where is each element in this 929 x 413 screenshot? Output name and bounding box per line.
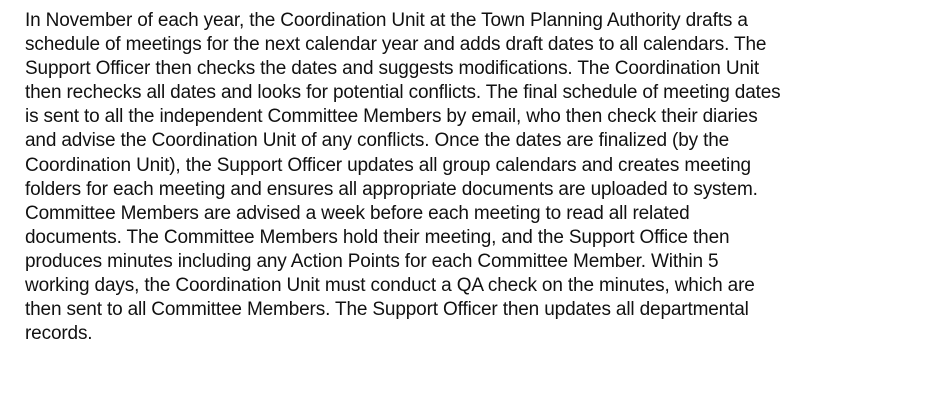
- paragraph-line: records.: [25, 323, 93, 345]
- paragraph-line: Committee Members are advised a week bef…: [25, 202, 690, 224]
- paragraph-line: Support Officer then checks the dates an…: [25, 58, 760, 80]
- paragraph-line: schedule of meetings for the next calend…: [25, 34, 767, 56]
- paragraph-line: In November of each year, the Coordinati…: [25, 10, 748, 31]
- paragraph-line: working days, the Coordination Unit must…: [25, 275, 755, 297]
- paragraph-line: then sent to all Committee Members. The …: [25, 299, 749, 321]
- paragraph-line: folders for each meeting and ensures all…: [25, 178, 758, 200]
- paragraph-line: produces minutes including any Action Po…: [25, 250, 719, 272]
- paragraph-line: then rechecks all dates and looks for po…: [25, 82, 781, 104]
- paragraph-line: is sent to all the independent Committee…: [25, 106, 758, 128]
- paragraph-line: Coordination Unit), the Support Officer …: [25, 154, 751, 176]
- process-description-paragraph: In November of each year, the Coordinati…: [25, 9, 925, 346]
- paragraph-line: documents. The Committee Members hold th…: [25, 226, 730, 248]
- paragraph-line: and advise the Coordination Unit of any …: [25, 130, 730, 152]
